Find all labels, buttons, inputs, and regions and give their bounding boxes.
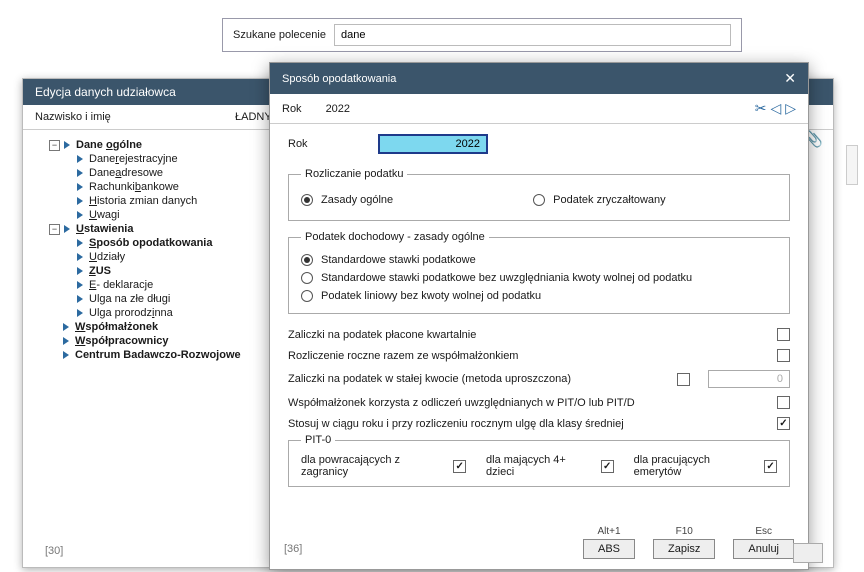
dialog-title-bar: Sposób opodatkowania ✕ [270, 63, 808, 94]
dialog-title: Sposób opodatkowania [282, 73, 396, 85]
dialog-id: [36] [284, 543, 302, 555]
triangle-icon [77, 281, 83, 289]
triangle-icon [77, 197, 83, 205]
year-label: Rok [282, 103, 302, 115]
triangle-icon [64, 225, 70, 233]
triangle-icon [77, 239, 83, 247]
check-fixed-advance: Zaliczki na podatek w stałej kwocie (met… [288, 366, 790, 392]
triangle-icon [77, 211, 83, 219]
shortcut-label: Alt+1 [597, 526, 620, 537]
checkbox[interactable] [777, 349, 790, 362]
legend-pit0: PIT-0 [301, 434, 335, 446]
radio-no-free-amount[interactable]: Standardowe stawki podatkowe bez uwzględ… [301, 269, 777, 287]
radio-icon [301, 290, 313, 302]
checkbox[interactable] [453, 460, 466, 473]
checkbox[interactable] [777, 396, 790, 409]
check-middle-class-relief: Stosuj w ciągu roku i przy rozliczeniu r… [288, 413, 790, 434]
next-icon[interactable]: ▷ [785, 100, 796, 117]
checkbox[interactable] [777, 328, 790, 341]
checkbox[interactable] [601, 460, 614, 473]
cancel-button[interactable]: Anuluj [733, 539, 794, 559]
name-label: Nazwisko i imię [35, 111, 235, 123]
pit0-group: PIT-0 dla powracających z zagranicy dla … [288, 434, 790, 487]
radio-flat-rate[interactable]: Podatek zryczałtowany [533, 191, 666, 209]
legend-income: Podatek dochodowy - zasady ogólne [301, 231, 489, 243]
pit0-pensioners: dla pracujących emerytów [634, 454, 777, 478]
triangle-icon [77, 155, 83, 163]
check-annual-spouse: Rozliczenie roczne razem ze współmałżonk… [288, 345, 790, 366]
shortcut-label: Esc [755, 526, 772, 537]
scissors-icon[interactable]: ✂ [755, 100, 767, 117]
year-value: 2022 [326, 103, 350, 115]
ghost-button [793, 543, 823, 563]
rok-row: Rok [288, 134, 790, 154]
dialog-body: Rok Rozliczanie podatku Zasady ogólne Po… [270, 124, 808, 507]
tax-settlement-group: Rozliczanie podatku Zasady ogólne Podate… [288, 168, 790, 221]
rok-label: Rok [288, 138, 378, 150]
triangle-icon [77, 295, 83, 303]
year-header: Rok 2022 ✂ ◁ ▷ [270, 94, 808, 124]
triangle-icon [64, 141, 70, 149]
window-id: [30] [45, 545, 63, 557]
button-row: Alt+1 ABS F10 Zapisz Esc Anuluj [583, 526, 794, 559]
radio-linear[interactable]: Podatek liniowy bez kwoty wolnej od poda… [301, 287, 777, 305]
abs-button[interactable]: ABS [583, 539, 635, 559]
shortcut-label: F10 [676, 526, 693, 537]
rok-input[interactable] [378, 134, 488, 154]
checkbox[interactable] [677, 373, 690, 386]
taxation-dialog: Sposób opodatkowania ✕ Rok 2022 ✂ ◁ ▷ Ro… [269, 62, 809, 570]
save-button[interactable]: Zapisz [653, 539, 715, 559]
triangle-icon [63, 351, 69, 359]
check-spouse-deductions: Współmałżonek korzysta z odliczeń uwzglę… [288, 392, 790, 413]
checkbox[interactable] [777, 417, 790, 430]
prev-icon[interactable]: ◁ [770, 100, 781, 117]
radio-icon [301, 254, 313, 266]
triangle-icon [77, 183, 83, 191]
collapse-icon[interactable]: − [49, 140, 60, 151]
search-label: Szukane polecenie [233, 29, 326, 41]
pit0-children: dla mających 4+ dzieci [486, 454, 614, 478]
triangle-icon [77, 267, 83, 275]
triangle-icon [63, 323, 69, 331]
close-icon[interactable]: ✕ [784, 70, 796, 87]
triangle-icon [77, 309, 83, 317]
nav-controls: ✂ ◁ ▷ [755, 100, 796, 117]
ghost-scroll [846, 145, 858, 185]
radio-icon [301, 194, 313, 206]
triangle-icon [77, 253, 83, 261]
radio-general-rules[interactable]: Zasady ogólne [301, 191, 393, 209]
income-tax-group: Podatek dochodowy - zasady ogólne Standa… [288, 231, 790, 314]
checkbox[interactable] [764, 460, 777, 473]
legend-settlement: Rozliczanie podatku [301, 168, 407, 180]
collapse-icon[interactable]: − [49, 224, 60, 235]
radio-standard-rates[interactable]: Standardowe stawki podatkowe [301, 251, 777, 269]
fixed-amount-input[interactable] [708, 370, 790, 388]
pit0-returning: dla powracających z zagranicy [301, 454, 466, 478]
check-quarterly: Zaliczki na podatek płacone kwartalnie [288, 324, 790, 345]
search-bar: Szukane polecenie [222, 18, 742, 52]
radio-icon [533, 194, 545, 206]
triangle-icon [63, 337, 69, 345]
triangle-icon [77, 169, 83, 177]
radio-icon [301, 272, 313, 284]
search-input[interactable] [334, 24, 731, 46]
